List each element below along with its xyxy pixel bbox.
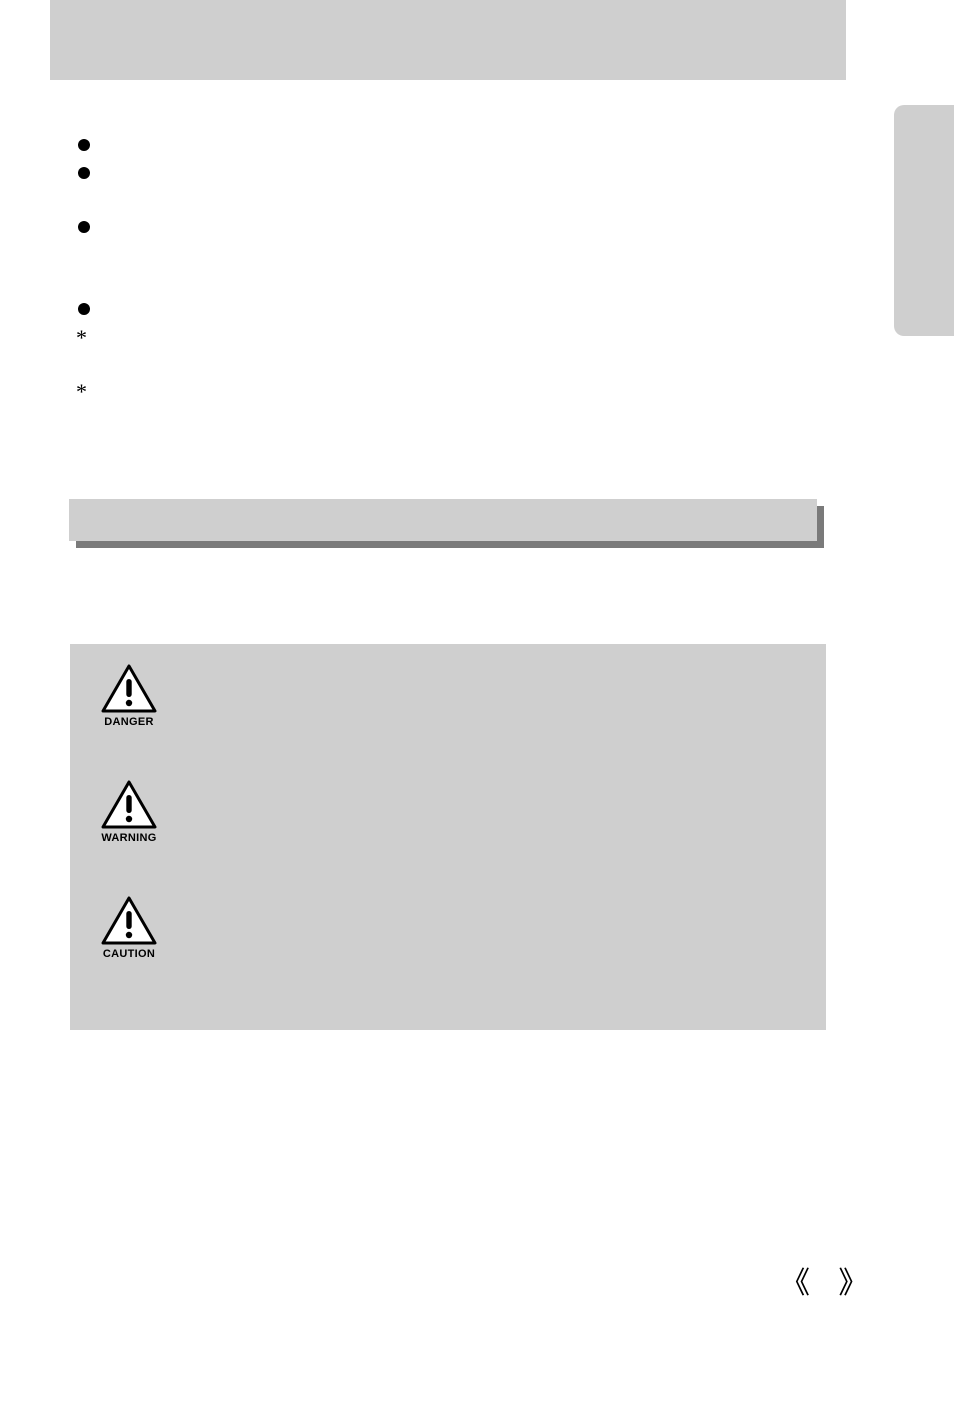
side-tab xyxy=(894,105,954,336)
list-item-text xyxy=(106,163,818,183)
warn-item-danger: DANGER xyxy=(98,664,160,728)
warning-triangle-icon xyxy=(100,664,158,714)
warn-label: CAUTION xyxy=(98,948,160,960)
top-banner xyxy=(50,0,846,80)
footer-guillemets: 《 》 xyxy=(780,1258,878,1302)
bullet-icon xyxy=(78,167,90,179)
bullet-icon xyxy=(78,303,90,315)
page: * * DANGER WARNING xyxy=(0,0,954,1401)
list-item: * xyxy=(78,327,818,381)
warn-panel: DANGER WARNING CAUTION xyxy=(70,644,826,1030)
list-item xyxy=(78,163,818,217)
list-item xyxy=(78,299,818,327)
list-item-text xyxy=(106,217,818,237)
asterisk-icon: * xyxy=(76,379,87,405)
asterisk-icon: * xyxy=(76,325,87,351)
warning-triangle-icon xyxy=(100,780,158,830)
list-item xyxy=(78,217,818,299)
list-item-text xyxy=(106,381,818,401)
warn-label: DANGER xyxy=(98,716,160,728)
section-bar xyxy=(69,499,817,541)
warn-label: WARNING xyxy=(98,832,160,844)
warn-item-caution: CAUTION xyxy=(98,896,160,960)
list-item: * xyxy=(78,381,818,435)
bullet-icon xyxy=(78,139,90,151)
warn-item-warning: WARNING xyxy=(98,780,160,844)
list-item-text xyxy=(106,327,818,347)
bullet-icon xyxy=(78,221,90,233)
intro-list: * * xyxy=(78,135,818,435)
list-item xyxy=(78,135,818,163)
warning-triangle-icon xyxy=(100,896,158,946)
list-item-text xyxy=(106,135,818,155)
list-item-text xyxy=(106,299,818,319)
